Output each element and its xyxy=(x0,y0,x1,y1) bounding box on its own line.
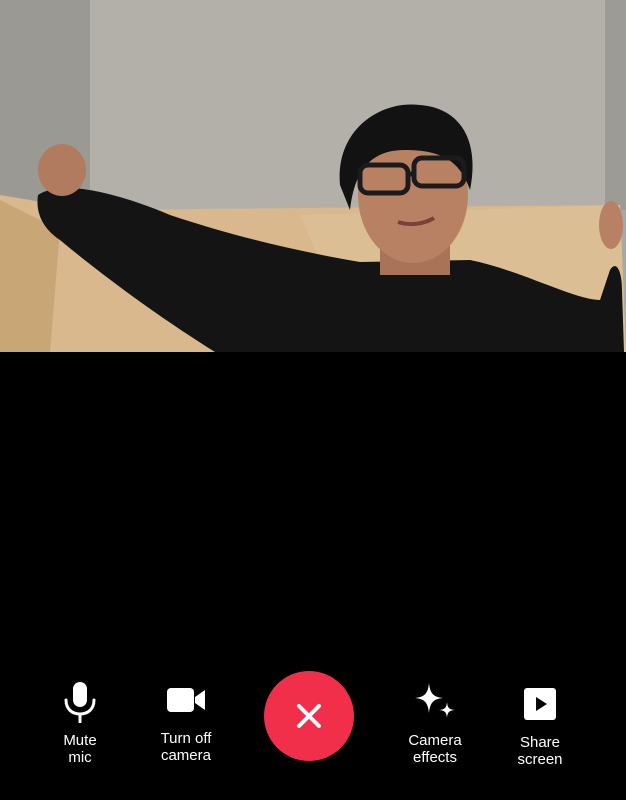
share-screen-icon xyxy=(518,682,562,726)
video-frame-illustration xyxy=(0,0,626,352)
call-screen: Mute mic Turn off camera Camera effects xyxy=(0,0,626,800)
self-view-video xyxy=(0,0,626,352)
mute-mic-label: Mute mic xyxy=(63,732,97,766)
camera-effects-button[interactable]: Camera effects xyxy=(398,680,472,766)
end-call-button[interactable] xyxy=(264,671,354,761)
mute-mic-button[interactable]: Mute mic xyxy=(50,680,110,766)
camera-effects-label: Camera effects xyxy=(408,732,462,766)
share-screen-label: Share screen xyxy=(517,734,563,768)
turn-off-camera-button[interactable]: Turn off camera xyxy=(146,678,226,764)
share-screen-button[interactable]: Share screen xyxy=(506,682,574,768)
video-camera-icon xyxy=(164,678,208,722)
turn-off-camera-label: Turn off camera xyxy=(160,730,212,764)
close-icon xyxy=(297,704,321,728)
microphone-icon xyxy=(58,680,102,724)
sparkles-icon xyxy=(413,680,457,724)
